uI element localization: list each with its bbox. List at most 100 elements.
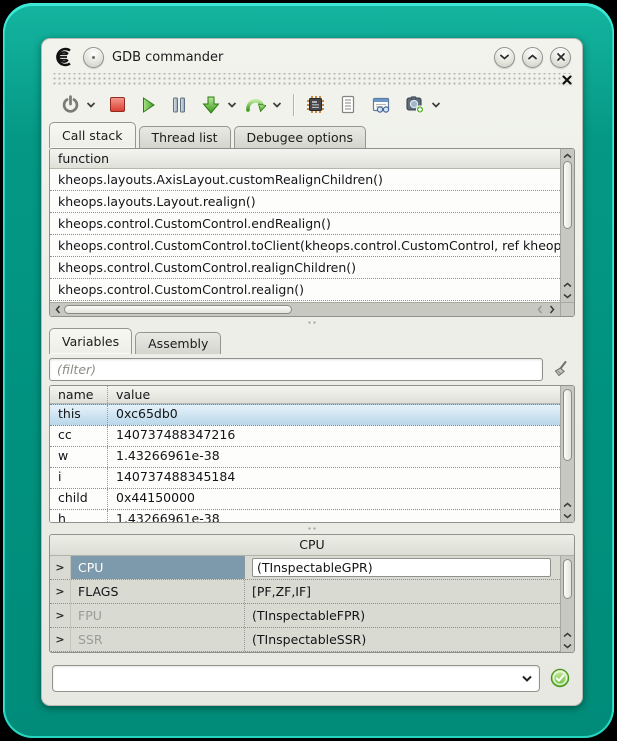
- combo-chevron-down-icon[interactable]: [521, 674, 533, 683]
- cpu-row-label: FPU: [71, 604, 245, 627]
- variable-row[interactable]: h 1.43266961e-38: [50, 510, 560, 522]
- variable-row[interactable]: w 1.43266961e-38: [50, 447, 560, 468]
- scroll-down-icon[interactable]: [562, 290, 574, 301]
- scrollbar-corner: [560, 302, 574, 316]
- step-into-dropdown[interactable]: [224, 92, 240, 118]
- run-button[interactable]: [136, 92, 160, 118]
- close-button[interactable]: [550, 47, 571, 68]
- step-over-dropdown[interactable]: [269, 92, 285, 118]
- scroll-right-icon[interactable]: [546, 304, 558, 315]
- window-controls: [494, 47, 571, 68]
- scroll-down-icon[interactable]: [562, 510, 574, 521]
- dock-close-x-icon: [562, 75, 572, 85]
- disassembly-button[interactable]: [303, 92, 328, 118]
- scroll-left-icon[interactable]: [52, 304, 64, 315]
- tab-debugee-options[interactable]: Debugee options: [234, 126, 367, 148]
- cpu-row-value: (TInspectableFPR): [245, 604, 560, 627]
- call-stack-row[interactable]: kheops.layouts.AxisLayout.customRealignC…: [50, 169, 560, 191]
- power-button[interactable]: [58, 92, 83, 118]
- watches-button[interactable]: [368, 92, 394, 118]
- scroll-down-icon[interactable]: [562, 640, 574, 651]
- clear-filter-button[interactable]: [549, 358, 573, 382]
- gdb-command-input[interactable]: [59, 671, 521, 686]
- power-icon: [61, 95, 80, 114]
- expand-arrow-icon[interactable]: >: [50, 580, 71, 603]
- cpu-vscrollbar[interactable]: [560, 556, 574, 652]
- cpu-row[interactable]: > SSR (TInspectableSSR): [50, 628, 560, 652]
- variable-value: 0x44150000: [107, 489, 560, 509]
- debug-toolbar: [42, 87, 582, 122]
- step-over-button[interactable]: [242, 92, 269, 118]
- cpu-row[interactable]: > FLAGS [PF,ZF,IF]: [50, 580, 560, 604]
- chevron-down-icon: [272, 101, 282, 109]
- scroll-up-icon[interactable]: [562, 279, 574, 290]
- inspector-button[interactable]: [402, 92, 428, 118]
- variable-row[interactable]: child 0x44150000: [50, 489, 560, 510]
- app-logo-icon: [53, 46, 75, 68]
- step-into-icon: [201, 95, 221, 115]
- scroll-up-icon[interactable]: [562, 150, 574, 161]
- call-stack-row[interactable]: kheops.control.CustomControl.endRealign(…: [50, 213, 560, 235]
- tab-thread-list[interactable]: Thread list: [139, 126, 231, 148]
- gdb-command-combobox[interactable]: [52, 665, 540, 692]
- dock-close-button[interactable]: [561, 74, 573, 86]
- filter-input[interactable]: [49, 358, 543, 381]
- stop-button[interactable]: [107, 92, 128, 118]
- vscroll-thumb[interactable]: [563, 389, 572, 461]
- call-stack-list: function kheops.layouts.AxisLayout.custo…: [50, 149, 560, 302]
- call-stack-row[interactable]: kheops.layouts.Layout.realign(): [50, 191, 560, 213]
- minimize-button[interactable]: [494, 47, 515, 68]
- scroll-up-icon[interactable]: [562, 499, 574, 510]
- pause-button[interactable]: [168, 92, 190, 118]
- column-header-value[interactable]: value: [107, 386, 560, 403]
- variable-value: 140737488347216: [107, 426, 560, 446]
- tab-call-stack[interactable]: Call stack: [49, 122, 136, 148]
- cpu-row[interactable]: > CPU: [50, 556, 560, 580]
- call-stack-row[interactable]: kheops.control.CustomControl.toClient(kh…: [50, 235, 560, 257]
- power-dropdown[interactable]: [83, 92, 99, 118]
- expand-arrow-icon[interactable]: >: [50, 604, 71, 627]
- lower-tab-bar: Variables Assembly: [42, 328, 582, 354]
- inspector-dropdown[interactable]: [428, 92, 444, 118]
- broom-icon: [551, 360, 571, 380]
- expand-arrow-icon[interactable]: >: [50, 628, 71, 651]
- debug-output-button[interactable]: [336, 92, 360, 118]
- panel-splitter[interactable]: [42, 523, 582, 534]
- dock-menu-button[interactable]: [83, 47, 104, 68]
- tab-variables[interactable]: Variables: [49, 328, 132, 354]
- tab-assembly[interactable]: Assembly: [135, 332, 221, 354]
- call-stack-hscrollbar[interactable]: [50, 302, 560, 316]
- variable-name: cc: [50, 426, 107, 446]
- variable-value: 140737488345184: [107, 468, 560, 488]
- vscroll-thumb[interactable]: [563, 161, 572, 229]
- variable-row[interactable]: i 140737488345184: [50, 468, 560, 489]
- chip-icon: [306, 95, 325, 114]
- desktop-frame: GDB commander: [3, 3, 614, 738]
- toolbar-separator: [293, 94, 295, 116]
- call-stack-panel: function kheops.layouts.AxisLayout.custo…: [49, 148, 575, 317]
- variables-panel: name value this 0xc65db0 cc 140737488347…: [49, 385, 575, 523]
- cpu-row[interactable]: > FPU (TInspectableFPR): [50, 604, 560, 628]
- chevron-down-icon: [86, 101, 96, 109]
- call-stack-row[interactable]: kheops.control.CustomControl.realignChil…: [50, 257, 560, 279]
- cpu-row-value: (TInspectableSSR): [245, 628, 560, 651]
- scroll-left-icon[interactable]: [534, 304, 546, 315]
- call-stack-vscrollbar[interactable]: [560, 149, 574, 302]
- cpu-row-label: CPU: [71, 556, 245, 579]
- call-stack-row[interactable]: kheops.control.CustomControl.realign(): [50, 279, 560, 301]
- cpu-value-editor[interactable]: [252, 558, 551, 577]
- panel-splitter[interactable]: [42, 317, 582, 328]
- maximize-button[interactable]: [522, 47, 543, 68]
- variable-row[interactable]: cc 140737488347216: [50, 426, 560, 447]
- send-command-button[interactable]: [548, 666, 572, 690]
- dock-drag-handle[interactable]: [51, 73, 573, 87]
- variables-vscrollbar[interactable]: [560, 386, 574, 522]
- vscroll-thumb[interactable]: [563, 559, 572, 599]
- step-into-button[interactable]: [198, 92, 224, 118]
- stop-icon: [110, 97, 125, 112]
- hscroll-thumb[interactable]: [64, 305, 292, 314]
- expand-arrow-icon[interactable]: >: [50, 556, 71, 579]
- scroll-up-icon[interactable]: [562, 629, 574, 640]
- variable-row[interactable]: this 0xc65db0: [50, 404, 560, 426]
- column-header-name[interactable]: name: [50, 386, 107, 403]
